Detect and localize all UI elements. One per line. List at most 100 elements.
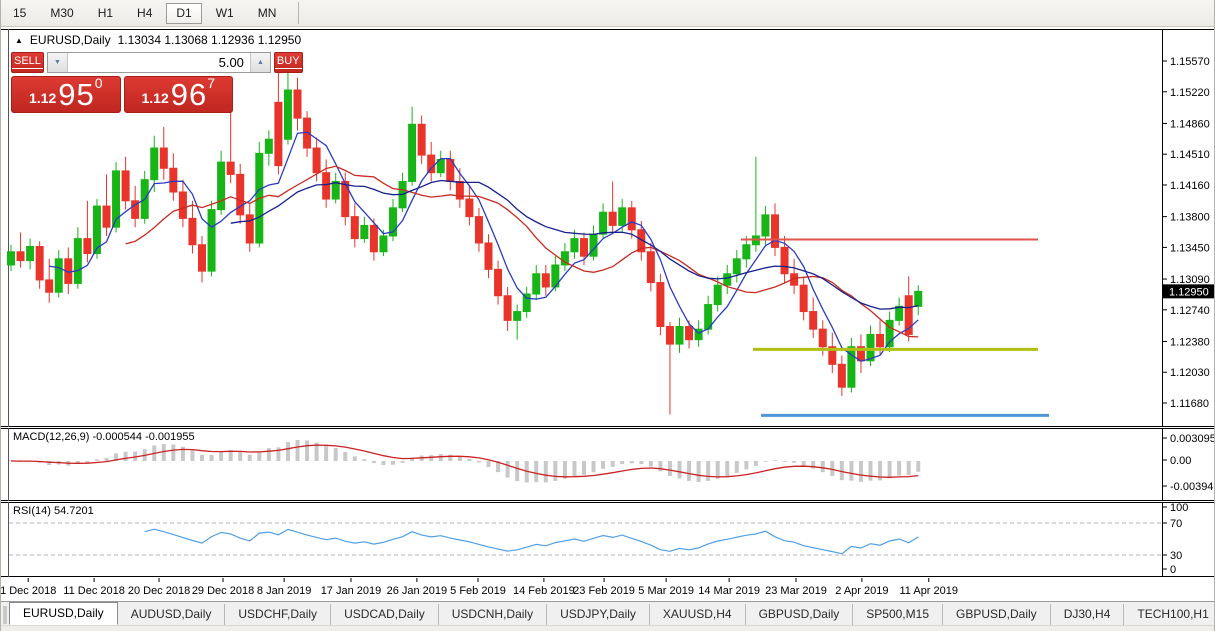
candle-body bbox=[800, 285, 807, 311]
macd-histogram-bar bbox=[286, 442, 290, 461]
candle-body bbox=[122, 171, 129, 201]
macd-axis-label: -0.003947 bbox=[1170, 481, 1215, 493]
timeframe-button-mn[interactable]: MN bbox=[248, 3, 287, 24]
timeframe-button-d1[interactable]: D1 bbox=[166, 3, 201, 24]
candle-body bbox=[8, 252, 15, 265]
macd-histogram-bar bbox=[105, 458, 109, 461]
macd-axis-label: 0.003095 bbox=[1170, 433, 1215, 445]
macd-panel[interactable]: MACD(12,26,9) -0.000544 -0.001955 0.0030… bbox=[1, 428, 1215, 501]
chart-tab-xauusd-h4[interactable]: XAUUSD,H4 bbox=[650, 604, 746, 625]
macd-histogram-bar bbox=[429, 455, 433, 461]
rsi-axis-label: 70 bbox=[1170, 518, 1182, 530]
macd-histogram-bar bbox=[372, 461, 376, 463]
timeframe-button-w1[interactable]: W1 bbox=[206, 3, 244, 24]
chart-tab-tech100-h1[interactable]: TECH100,H1 bbox=[1124, 604, 1215, 625]
macd-histogram-bar bbox=[353, 456, 357, 461]
candle-body bbox=[867, 334, 874, 360]
date-axis[interactable]: 1 Dec 201811 Dec 201820 Dec 201829 Dec 2… bbox=[1, 578, 1215, 601]
candle-body bbox=[17, 252, 24, 261]
candle-body bbox=[323, 173, 330, 199]
timeframe-button-h1[interactable]: H1 bbox=[88, 3, 123, 24]
candle-body bbox=[27, 247, 34, 261]
candle-body bbox=[409, 124, 416, 181]
candle-body bbox=[581, 239, 588, 257]
macd-histogram-bar bbox=[362, 459, 366, 461]
chart-tab-usdcnh-daily[interactable]: USDCNH,Daily bbox=[439, 604, 547, 625]
chart-tab-usdchf-daily[interactable]: USDCHF,Daily bbox=[225, 604, 331, 625]
buy-price-button[interactable]: 1.12967 bbox=[124, 76, 234, 113]
sell-price-sup: 0 bbox=[95, 68, 103, 98]
tabbar-grip-icon bbox=[3, 606, 7, 624]
date-axis-label: 23 Mar 2019 bbox=[765, 585, 827, 597]
candle-body bbox=[361, 225, 368, 238]
chart-window: ▲ EURUSD,Daily 1.13034 1.13068 1.12936 1… bbox=[1, 27, 1215, 631]
macd-histogram-bar bbox=[534, 461, 538, 482]
macd-histogram-bar bbox=[706, 461, 710, 481]
rsi-panel[interactable]: RSI(14) 54.7201 10070300 bbox=[1, 502, 1215, 577]
collapse-triangle-icon[interactable]: ▲ bbox=[15, 36, 23, 45]
sell-price-button[interactable]: 1.12950 bbox=[11, 76, 121, 113]
macd-histogram-bar bbox=[553, 461, 557, 481]
date-axis-label: 17 Jan 2019 bbox=[321, 585, 382, 597]
macd-histogram-bar bbox=[668, 461, 672, 476]
chart-symbol-label: EURUSD,Daily bbox=[30, 33, 111, 47]
candle-body bbox=[686, 327, 693, 340]
price-axis-label: 1.14160 bbox=[1170, 180, 1210, 192]
date-axis-label: 5 Mar 2019 bbox=[638, 585, 694, 597]
macd-histogram-bar bbox=[391, 461, 395, 465]
buy-button-label: BUY bbox=[275, 56, 302, 69]
macd-histogram-bar bbox=[296, 440, 300, 461]
macd-histogram-bar bbox=[754, 461, 758, 466]
candle-body bbox=[628, 208, 635, 230]
candle-body bbox=[733, 259, 740, 274]
chart-tab-gbpusd-daily[interactable]: GBPUSD,Daily bbox=[943, 604, 1051, 625]
price-axis-label: 1.15220 bbox=[1170, 87, 1210, 99]
chart-tab-usdjpy-daily[interactable]: USDJPY,Daily bbox=[547, 604, 650, 625]
candle-body bbox=[342, 181, 349, 216]
candle-body bbox=[265, 139, 272, 153]
candle-body bbox=[743, 245, 750, 259]
candle-body bbox=[915, 291, 922, 306]
macd-histogram-bar bbox=[725, 461, 729, 476]
buy-price-prefix: 1.12 bbox=[141, 86, 168, 110]
chart-tab-audusd-daily[interactable]: AUDUSD,Daily bbox=[118, 604, 226, 625]
buy-button[interactable]: BUY bbox=[274, 52, 303, 73]
sell-price-main: 95 bbox=[58, 79, 94, 110]
price-axis-label: 1.14510 bbox=[1170, 149, 1210, 161]
candle-body bbox=[762, 215, 769, 236]
macd-histogram-bar bbox=[582, 461, 586, 475]
chart-tab-sp500-m15[interactable]: SP500,M15 bbox=[853, 604, 943, 625]
macd-histogram-bar bbox=[849, 461, 853, 481]
candle-body bbox=[208, 210, 215, 272]
chart-title: ▲ EURUSD,Daily 1.13034 1.13068 1.12936 1… bbox=[15, 33, 301, 47]
timeframe-button-m30[interactable]: M30 bbox=[40, 3, 83, 24]
candle-body bbox=[676, 327, 683, 345]
candle-body bbox=[55, 259, 62, 292]
macd-histogram-bar bbox=[381, 461, 385, 465]
candle-body bbox=[74, 239, 81, 284]
sell-button[interactable]: SELL bbox=[11, 52, 44, 73]
chart-tab-dj30-h4[interactable]: DJ30,H4 bbox=[1051, 604, 1125, 625]
macd-histogram-bar bbox=[630, 461, 634, 463]
macd-histogram-bar bbox=[678, 461, 682, 478]
timeframe-button-15[interactable]: 15 bbox=[3, 3, 36, 24]
volume-increase-button[interactable]: ▲ bbox=[250, 53, 270, 72]
candle-body bbox=[199, 245, 206, 271]
timeframe-toolbar: 15M30H1H4D1W1MN bbox=[1, 0, 1214, 27]
macd-histogram-bar bbox=[506, 461, 510, 478]
macd-histogram-bar bbox=[802, 461, 806, 465]
candle-body bbox=[189, 218, 196, 244]
chart-tab-eurusd-daily[interactable]: EURUSD,Daily bbox=[9, 602, 118, 625]
macd-histogram-bar bbox=[735, 461, 739, 473]
rsi-canvas[interactable] bbox=[1, 502, 1215, 577]
timeframe-button-h4[interactable]: H4 bbox=[127, 3, 162, 24]
chart-tab-usdcad-daily[interactable]: USDCAD,Daily bbox=[331, 604, 439, 625]
macd-histogram-bar bbox=[467, 459, 471, 461]
volume-decrease-button[interactable]: ▼ bbox=[48, 53, 68, 72]
candle-body bbox=[657, 283, 664, 327]
chart-tab-gbpusd-daily[interactable]: GBPUSD,Daily bbox=[746, 604, 854, 625]
date-axis-label: 8 Jan 2019 bbox=[257, 585, 311, 597]
candle-body bbox=[896, 306, 903, 320]
chart-tab-bar: EURUSD,DailyAUDUSD,DailyUSDCHF,DailyUSDC… bbox=[1, 601, 1215, 625]
date-axis-label: 5 Feb 2019 bbox=[450, 585, 506, 597]
